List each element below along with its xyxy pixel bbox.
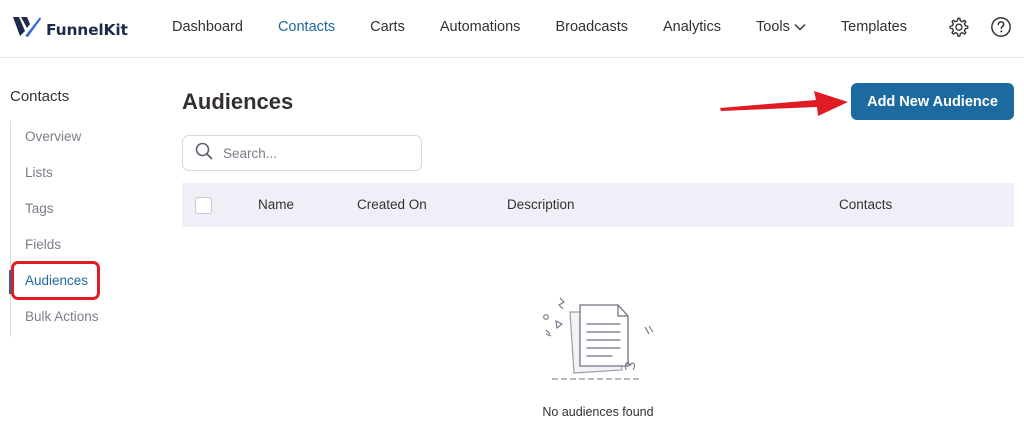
brand-name: FunnelKit <box>46 20 128 39</box>
red-arrow-icon <box>716 86 850 125</box>
sidebar-item-tags[interactable]: Tags <box>11 193 110 229</box>
table-header: Name Created On Description Contacts <box>182 183 1014 227</box>
help-icon[interactable] <box>989 15 1013 39</box>
main-nav: Dashboard Contacts Carts Automations Bro… <box>172 19 942 35</box>
brand-logo[interactable]: FunnelKit <box>12 15 128 44</box>
nav-templates[interactable]: Templates <box>841 19 907 35</box>
search-box <box>182 135 422 171</box>
top-navigation-bar: FunnelKit Dashboard Contacts Carts Autom… <box>0 0 1024 58</box>
sidebar-item-fields[interactable]: Fields <box>11 229 110 265</box>
sidebar-item-overview[interactable]: Overview <box>11 121 110 157</box>
nav-automations[interactable]: Automations <box>440 19 521 35</box>
select-all-checkbox[interactable] <box>195 197 212 214</box>
search-input[interactable] <box>223 145 403 161</box>
nav-tools-label: Tools <box>756 19 790 35</box>
sidebar-item-bulk-actions[interactable]: Bulk Actions <box>11 301 110 337</box>
search-icon <box>195 142 213 165</box>
nav-contacts[interactable]: Contacts <box>278 19 335 35</box>
sidebar-menu: Overview Lists Tags Fields Audiences Bul… <box>9 121 110 337</box>
annotation-highlight-box <box>11 261 100 300</box>
column-header-created-on[interactable]: Created On <box>357 197 427 212</box>
chevron-down-icon <box>794 23 806 31</box>
sidebar-item-lists[interactable]: Lists <box>11 157 110 193</box>
page-title: Audiences <box>182 89 294 114</box>
funnelkit-logo-icon <box>12 15 42 44</box>
empty-state-message: No audiences found <box>542 405 654 419</box>
gear-icon[interactable] <box>946 15 970 39</box>
nav-analytics[interactable]: Analytics <box>663 19 721 35</box>
nav-broadcasts[interactable]: Broadcasts <box>555 19 628 35</box>
nav-tools[interactable]: Tools <box>756 19 806 35</box>
column-header-description: Description <box>507 197 575 212</box>
empty-document-icon <box>530 290 660 390</box>
column-header-name[interactable]: Name <box>258 197 294 212</box>
nav-carts[interactable]: Carts <box>370 19 405 35</box>
nav-dashboard[interactable]: Dashboard <box>172 19 243 35</box>
column-header-contacts[interactable]: Contacts <box>839 197 892 212</box>
add-new-audience-button[interactable]: Add New Audience <box>851 83 1014 120</box>
sidebar-heading: Contacts <box>10 88 70 105</box>
